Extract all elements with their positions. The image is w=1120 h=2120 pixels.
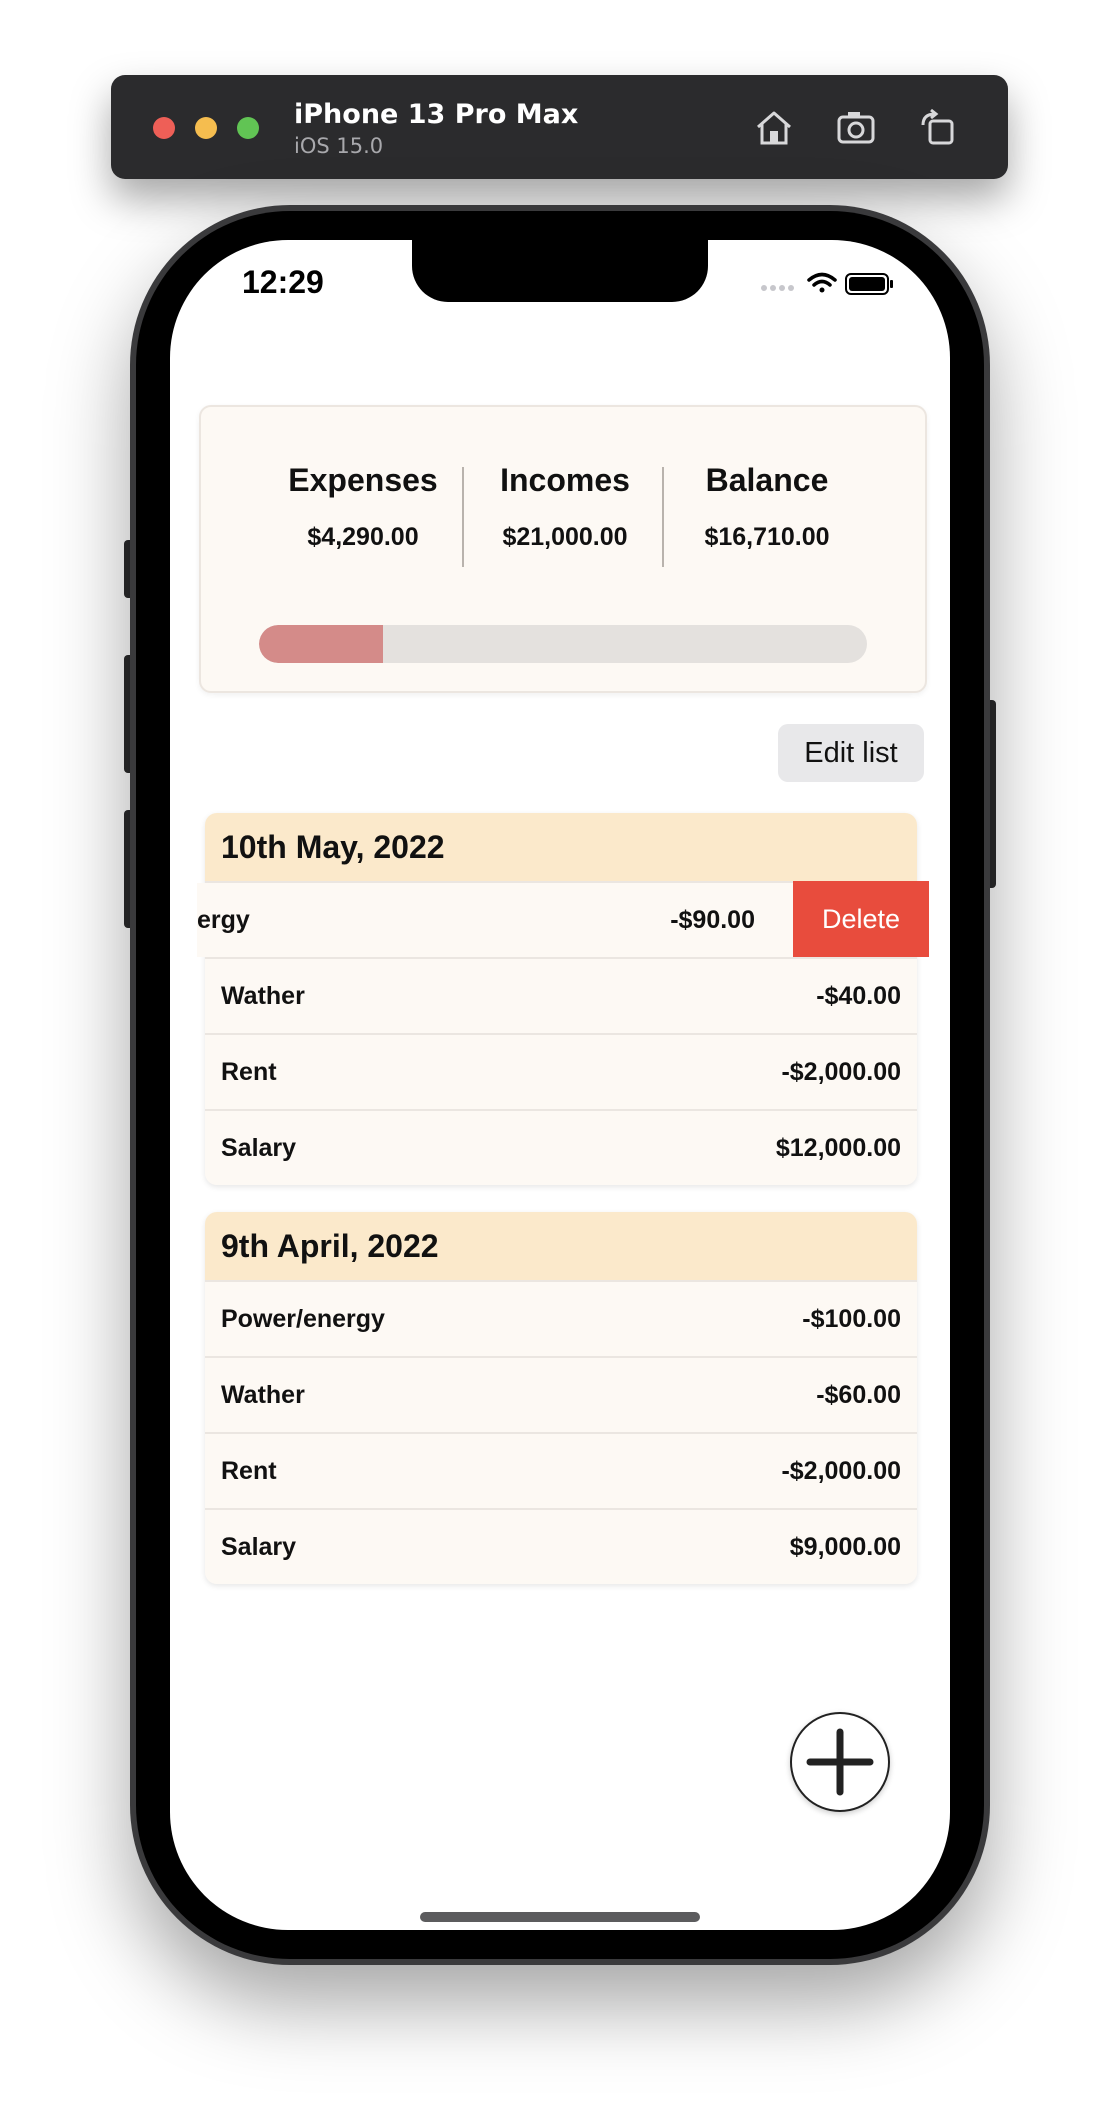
list-item[interactable]: Rent -$2,000.00 bbox=[205, 1432, 917, 1508]
rotate-icon[interactable] bbox=[915, 105, 961, 151]
swiped-row-content: ergy -$90.00 bbox=[197, 883, 771, 957]
item-amount: -$40.00 bbox=[816, 981, 901, 1010]
close-window-button[interactable] bbox=[153, 117, 175, 139]
summary-card: Expenses $4,290.00 Incomes $21,000.00 Ba… bbox=[199, 405, 927, 693]
status-time: 12:29 bbox=[242, 264, 324, 300]
list-item[interactable]: ergy -$90.00 Delete bbox=[197, 881, 929, 957]
notch bbox=[412, 240, 708, 302]
list-item[interactable]: Rent -$2,000.00 bbox=[205, 1033, 917, 1109]
delete-button[interactable]: Delete bbox=[793, 881, 929, 957]
incomes-stat: Incomes $21,000.00 bbox=[475, 462, 655, 552]
item-name: Salary bbox=[221, 1532, 297, 1561]
item-amount: -$2,000.00 bbox=[781, 1057, 901, 1086]
item-amount: $12,000.00 bbox=[775, 1133, 901, 1162]
expenses-label: Expenses bbox=[288, 462, 438, 498]
battery-icon bbox=[845, 273, 893, 295]
item-name: ergy bbox=[197, 905, 250, 934]
expenses-stat: Expenses $4,290.00 bbox=[273, 462, 453, 552]
item-name: Salary bbox=[221, 1133, 297, 1162]
expenses-value: $4,290.00 bbox=[307, 523, 419, 551]
balance-label: Balance bbox=[705, 462, 829, 498]
device-name: iPhone 13 Pro Max bbox=[294, 99, 579, 130]
expense-progress-fill bbox=[259, 625, 384, 663]
wifi-icon bbox=[807, 272, 837, 293]
minimize-window-button[interactable] bbox=[195, 117, 217, 139]
cellular-icon bbox=[761, 285, 794, 291]
section-date-header: 9th April, 2022 bbox=[205, 1212, 917, 1280]
os-version: iOS 15.0 bbox=[294, 134, 384, 158]
simulator-title-bar: iPhone 13 Pro Max iOS 15.0 bbox=[111, 75, 1008, 179]
list-item[interactable]: Salary $9,000.00 bbox=[205, 1508, 917, 1584]
item-amount: $9,000.00 bbox=[789, 1532, 901, 1561]
status-icons bbox=[761, 272, 893, 295]
balance-stat: Balance $16,710.00 bbox=[677, 462, 857, 552]
item-name: Rent bbox=[221, 1456, 277, 1485]
list-item[interactable]: Salary $12,000.00 bbox=[205, 1109, 917, 1185]
home-indicator bbox=[420, 1912, 700, 1922]
home-icon[interactable] bbox=[751, 105, 797, 151]
stat-divider bbox=[462, 467, 464, 567]
edit-list-button[interactable]: Edit list bbox=[778, 724, 924, 782]
balance-value: $16,710.00 bbox=[704, 523, 830, 551]
item-name: Wather bbox=[221, 981, 305, 1010]
phone-screen: 12:29 Expenses $4,290.00 Incomes $21,000… bbox=[170, 240, 950, 1930]
item-name: Wather bbox=[221, 1380, 305, 1409]
item-amount: -$100.00 bbox=[802, 1304, 901, 1333]
screenshot-icon[interactable] bbox=[833, 105, 879, 151]
expense-progress-bar bbox=[259, 625, 867, 663]
date-section: 9th April, 2022 Power/energy -$100.00 Wa… bbox=[205, 1212, 917, 1584]
item-amount: -$60.00 bbox=[816, 1380, 901, 1409]
section-date-header: 10th May, 2022 bbox=[205, 813, 917, 881]
list-item[interactable]: Wather -$40.00 bbox=[205, 957, 917, 1033]
plus-icon bbox=[806, 1728, 874, 1796]
item-name: Rent bbox=[221, 1057, 277, 1086]
list-item[interactable]: Wather -$60.00 bbox=[205, 1356, 917, 1432]
item-amount: -$90.00 bbox=[670, 905, 755, 934]
incomes-label: Incomes bbox=[500, 462, 630, 498]
list-item[interactable]: Power/energy -$100.00 bbox=[205, 1280, 917, 1356]
date-section: 10th May, 2022 ergy -$90.00 Delete Wathe… bbox=[197, 813, 929, 1185]
add-transaction-button[interactable] bbox=[790, 1712, 890, 1812]
incomes-value: $21,000.00 bbox=[502, 523, 628, 551]
stat-divider bbox=[662, 467, 664, 567]
item-amount: -$2,000.00 bbox=[781, 1456, 901, 1485]
zoom-window-button[interactable] bbox=[237, 117, 259, 139]
item-name: Power/energy bbox=[221, 1304, 385, 1333]
